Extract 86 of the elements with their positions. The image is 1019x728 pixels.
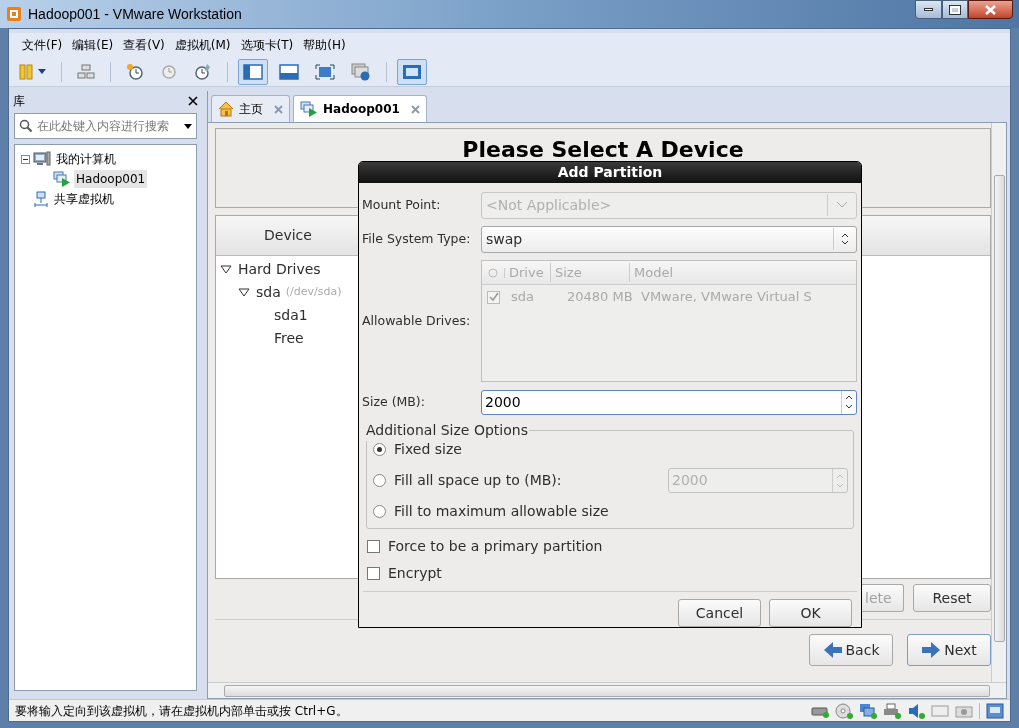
- tree-item[interactable]: Hard Drives: [238, 259, 321, 280]
- home-icon: [218, 101, 234, 117]
- table-cell-text: 20480 MB: [566, 288, 634, 307]
- sidebar-icon: [243, 63, 263, 80]
- network-icon: [77, 63, 95, 80]
- tree-item[interactable]: sda: [256, 282, 281, 303]
- tree-item[interactable]: Hadoop001: [74, 170, 148, 188]
- radio-label[interactable]: Fill to maximum allowable size: [394, 501, 609, 522]
- computer-icon: [33, 151, 51, 167]
- dialog-title: Add Partition: [557, 163, 663, 182]
- speaker-icon[interactable]: [907, 702, 925, 719]
- field-label: File System Type:: [362, 229, 472, 248]
- panel-icon: [279, 63, 299, 80]
- device-path: (/dev/sda): [285, 284, 342, 301]
- checkbox-label[interactable]: Encrypt: [388, 563, 442, 584]
- size-spin-field[interactable]: 2000: [481, 389, 857, 415]
- tree-item[interactable]: Free: [274, 328, 304, 349]
- tree-item[interactable]: 我的计算机: [54, 150, 118, 168]
- horizontal-scrollbar[interactable]: [208, 682, 1006, 698]
- console-view-icon: [402, 63, 422, 80]
- field-label: Mount Point:: [362, 195, 442, 214]
- tab[interactable]: 主页: [211, 95, 290, 122]
- window-title: Hadoop001 - VMware Workstation: [28, 4, 242, 24]
- menu-item[interactable]: 查看(V): [118, 36, 170, 54]
- status-text: 要将输入定向到该虚拟机，请在虚拟机内部单击或按 Ctrl+G。: [15, 702, 348, 720]
- menu-item[interactable]: 帮助(H): [298, 36, 351, 54]
- cancel-button[interactable]: Cancel: [678, 599, 761, 627]
- radio-button[interactable]: [373, 443, 386, 456]
- disc-icon[interactable]: [835, 702, 853, 719]
- menu-item[interactable]: 编辑(E): [67, 36, 119, 54]
- window-info-icon: [351, 62, 371, 81]
- tab[interactable]: Hadoop001: [293, 95, 427, 122]
- radio-label[interactable]: Fixed size: [394, 439, 462, 460]
- tree-item[interactable]: 共享虚拟机: [52, 190, 116, 208]
- field-label: Allowable Drives:: [362, 311, 472, 330]
- message-icon[interactable]: [986, 702, 1004, 719]
- collapse-toggle[interactable]: [21, 154, 30, 164]
- expanded-triangle-icon[interactable]: [238, 287, 250, 298]
- toolbar-button[interactable]: [397, 58, 427, 85]
- camera-icon[interactable]: [955, 703, 973, 718]
- search-icon: [19, 119, 33, 133]
- chevron-down-icon: [836, 201, 848, 209]
- minimize-button[interactable]: [915, 0, 942, 19]
- tree-item[interactable]: sda1: [274, 305, 308, 326]
- checkbox[interactable]: [367, 540, 380, 553]
- expanded-triangle-icon[interactable]: [220, 264, 232, 275]
- dropdown[interactable]: swap: [481, 225, 857, 253]
- app-icon: [6, 6, 22, 22]
- panel-title: 库: [13, 93, 25, 110]
- clock-icon: [160, 62, 178, 81]
- maximize-button[interactable]: [942, 0, 968, 19]
- dropdown-arrow-icon: [38, 69, 46, 74]
- field-label: Size (MB):: [362, 392, 426, 411]
- checkbox[interactable]: [367, 567, 380, 580]
- table-cell-text: sda: [510, 288, 535, 307]
- menu-item[interactable]: 文件(F): [17, 36, 68, 54]
- vm-icon: [300, 101, 318, 117]
- back-button[interactable]: Back: [809, 634, 893, 666]
- clock-icon: [126, 62, 144, 81]
- vm-icon: [53, 171, 71, 187]
- checkbox[interactable]: [487, 290, 500, 304]
- right-arrow-icon: [921, 641, 942, 659]
- printer-icon[interactable]: [883, 702, 901, 719]
- page-heading: Please Select A Device: [462, 136, 744, 164]
- left-arrow-icon: [822, 641, 843, 659]
- pause-icon: [18, 63, 34, 80]
- search-field[interactable]: 在此处键入内容进行搜索: [14, 113, 197, 139]
- table-cell-text: VMware, VMware Virtual S: [641, 288, 812, 307]
- menu-item[interactable]: 选项卡(T): [235, 36, 299, 54]
- fullscreen-icon: [315, 63, 335, 80]
- toolbar-button[interactable]: [238, 58, 268, 85]
- checkbox-label[interactable]: Force to be a primary partition: [388, 536, 603, 557]
- close-icon[interactable]: [188, 96, 198, 106]
- clock-wrench-icon: [194, 62, 212, 81]
- close-button[interactable]: [968, 0, 1013, 19]
- menu-item[interactable]: 虚拟机(M): [169, 36, 236, 54]
- close-icon: [985, 4, 996, 15]
- radio-button[interactable]: [373, 505, 386, 518]
- next-button[interactable]: Next: [907, 634, 991, 666]
- network-icon[interactable]: [859, 702, 877, 719]
- vertical-scrollbar[interactable]: [991, 123, 1006, 682]
- dropdown-arrow-icon[interactable]: [184, 123, 192, 129]
- up-down-chevron-icon: [840, 232, 850, 246]
- ok-button[interactable]: OK: [769, 599, 852, 627]
- action-button[interactable]: Reset: [913, 584, 991, 612]
- shared-vm-icon: [33, 191, 49, 207]
